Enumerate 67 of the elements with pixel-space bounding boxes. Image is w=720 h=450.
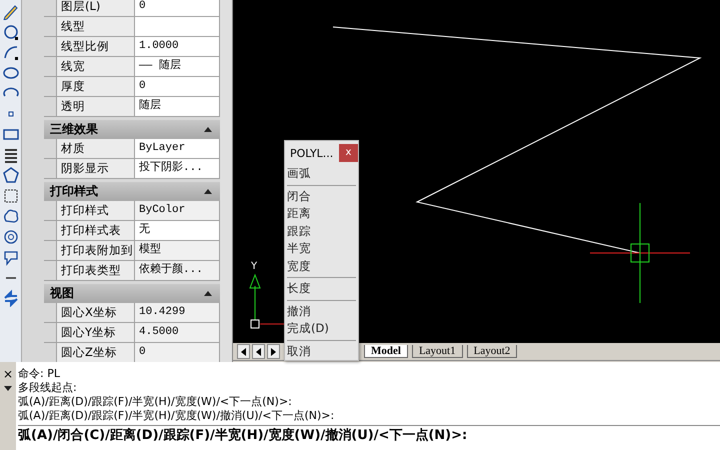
property-name: 线型比例 bbox=[56, 37, 135, 56]
layout-tab[interactable]: Model bbox=[364, 345, 408, 358]
layout-tab[interactable]: Layout1 bbox=[412, 345, 463, 358]
property-value[interactable]: 4.5000 bbox=[135, 323, 220, 342]
property-name: 打印样式表 bbox=[56, 221, 135, 240]
close-button[interactable]: x bbox=[339, 144, 358, 162]
prev-tab-button[interactable] bbox=[252, 344, 265, 359]
property-value[interactable]: 依赖于颜... bbox=[135, 261, 220, 280]
collapse-arrow-icon[interactable] bbox=[204, 127, 212, 132]
dropdown-arrow-icon[interactable] bbox=[4, 386, 12, 391]
command-history-line: 弧(A)/距离(D)/跟踪(F)/半宽(H)/宽度(W)/撤消(U)/<下一点(N)>: bbox=[18, 409, 336, 423]
property-value[interactable]: 0 bbox=[135, 343, 220, 362]
cloud-icon[interactable] bbox=[2, 207, 20, 225]
next-tab-button[interactable] bbox=[267, 344, 280, 359]
menu-item[interactable]: 完成(D) bbox=[285, 320, 358, 338]
property-name: 厚度 bbox=[56, 77, 135, 96]
property-name: 材质 bbox=[56, 139, 135, 158]
property-value[interactable]: ByColor bbox=[135, 201, 220, 220]
property-name: 圆心X坐标 bbox=[56, 303, 135, 322]
collapse-arrow-icon[interactable] bbox=[204, 291, 212, 296]
property-value[interactable]: ByLayer bbox=[135, 139, 220, 158]
menu-item[interactable]: 跟踪 bbox=[285, 222, 358, 240]
property-value[interactable]: 0 bbox=[135, 77, 220, 96]
section-header[interactable]: 三维效果 bbox=[44, 120, 220, 139]
close-button[interactable]: × bbox=[2, 368, 14, 380]
first-tab-button[interactable] bbox=[237, 344, 250, 359]
menu-item[interactable]: 半宽 bbox=[285, 240, 358, 258]
sync-icon[interactable] bbox=[2, 289, 20, 307]
command-history-line: 弧(A)/距离(D)/跟踪(F)/半宽(H)/宽度(W)/<下一点(N)>: bbox=[18, 395, 293, 409]
section-header[interactable]: 打印样式 bbox=[44, 182, 220, 201]
property-value[interactable]: 无 bbox=[135, 221, 220, 240]
layout-tab[interactable]: Layout2 bbox=[466, 345, 518, 358]
property-name: 圆心Y坐标 bbox=[56, 323, 135, 342]
property-value[interactable]: 0 bbox=[135, 0, 220, 16]
property-name: 圆心Z坐标 bbox=[56, 343, 135, 362]
polygon-icon[interactable] bbox=[2, 166, 20, 184]
property-value[interactable]: 10.4299 bbox=[135, 303, 220, 322]
donut-icon[interactable] bbox=[2, 228, 20, 246]
menu-item[interactable]: 长度 bbox=[285, 280, 358, 298]
property-value[interactable]: 随层 bbox=[135, 97, 220, 116]
property-name: 图层(L) bbox=[56, 0, 135, 16]
property-value[interactable]: 模型 bbox=[135, 241, 220, 260]
menu-title: POLYL... bbox=[290, 146, 334, 160]
command-history-line: 多段线起点: bbox=[18, 381, 78, 395]
section-header[interactable]: 视图 bbox=[44, 284, 220, 303]
property-value[interactable]: 1.0000 bbox=[135, 37, 220, 56]
axis-label: Y bbox=[251, 261, 258, 272]
menu-item[interactable]: 距离 bbox=[285, 205, 358, 222]
menu-item[interactable]: 闭合 bbox=[285, 188, 358, 205]
property-name: 阴影显示 bbox=[56, 159, 135, 178]
property-name: 透明 bbox=[56, 97, 135, 116]
property-value[interactable]: 投下阴影... bbox=[135, 159, 220, 178]
property-value[interactable]: —— 随层 bbox=[135, 57, 220, 76]
scrollbar[interactable] bbox=[220, 0, 232, 362]
command-history-line: 命令: PL bbox=[18, 367, 61, 381]
command-prompt[interactable]: 弧(A)/闭合(C)/距离(D)/跟踪(F)/半宽(H)/宽度(W)/撤消(U)/<下一点(N)>: bbox=[18, 425, 720, 446]
property-name: 打印表类型 bbox=[56, 261, 135, 280]
circle-icon[interactable] bbox=[2, 22, 20, 40]
collapse-arrow-icon[interactable] bbox=[204, 189, 212, 194]
menu-item[interactable]: 宽度 bbox=[285, 258, 358, 275]
menu-item[interactable]: 撤消 bbox=[285, 302, 358, 320]
property-name: 线宽 bbox=[56, 57, 135, 76]
menu-item[interactable]: 画弧 bbox=[285, 165, 358, 182]
property-name: 打印样式 bbox=[56, 201, 135, 220]
menu-item[interactable]: 取消 bbox=[285, 342, 358, 360]
property-name: 打印表附加到 bbox=[56, 241, 135, 260]
property-name: 线型 bbox=[56, 17, 135, 36]
